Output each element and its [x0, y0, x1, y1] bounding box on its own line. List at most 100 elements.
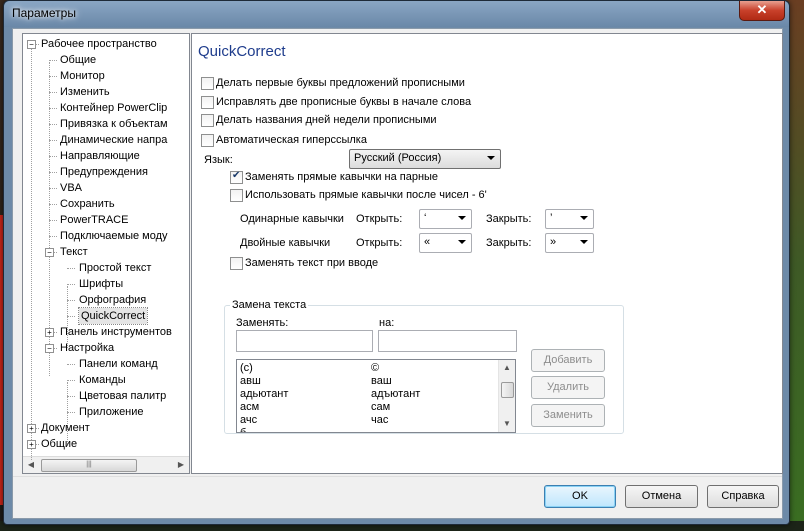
chevron-down-icon: [580, 216, 588, 220]
straight-after-numbers-label[interactable]: Использовать прямые кавычки после чисел …: [245, 189, 487, 201]
scroll-right-icon[interactable]: ▶: [173, 457, 189, 473]
tree-connector-line: [67, 412, 75, 413]
tree-item[interactable]: Шрифты: [79, 276, 123, 292]
list-item-with: ©: [371, 362, 380, 374]
delete-button[interactable]: Удалить: [531, 376, 605, 399]
tree-item[interactable]: Контейнер PowerClip: [60, 100, 167, 116]
tree-connector-line: [49, 140, 57, 141]
collapse-icon[interactable]: −: [45, 344, 54, 353]
list-item[interactable]: (c) ©: [237, 362, 499, 375]
replacement-list[interactable]: б ачс час асм сам адьютант адъютант авш ваш (c) © …: [236, 359, 516, 433]
capitalize-days-checkbox[interactable]: [201, 114, 214, 127]
replace-input[interactable]: [236, 330, 373, 352]
list-vertical-scrollbar[interactable]: ▲ ▼: [498, 360, 515, 432]
replace-button[interactable]: Заменить: [531, 404, 605, 427]
tree-item[interactable]: Подключаемые моду: [60, 228, 168, 244]
tree-item[interactable]: Рабочее пространство: [41, 36, 157, 52]
tree-item[interactable]: QuickCorrect: [77, 307, 149, 325]
tree-item[interactable]: Динамические напра: [60, 132, 167, 148]
replace-while-typing-label[interactable]: Заменять текст при вводе: [245, 257, 378, 269]
title-bar[interactable]: Параметры ✕: [4, 1, 789, 27]
replace-label: Заменять:: [236, 317, 289, 329]
double-close-value: »: [550, 236, 557, 248]
tree-item[interactable]: PowerTRACE: [60, 212, 128, 228]
list-item[interactable]: авш ваш: [237, 375, 499, 388]
list-item-with: адъютант: [371, 388, 421, 400]
close-button[interactable]: ✕: [739, 1, 785, 21]
tree-item[interactable]: Привязка к объектам: [60, 116, 168, 132]
collapse-icon[interactable]: −: [45, 248, 54, 257]
capitalize-sentences-checkbox[interactable]: [201, 77, 214, 90]
tree-item[interactable]: Настройка: [60, 340, 114, 356]
list-scroll-thumb[interactable]: [501, 382, 514, 398]
list-item[interactable]: ачс час: [237, 414, 499, 427]
tree-item[interactable]: Общие: [60, 52, 96, 68]
straight-after-numbers-checkbox[interactable]: [230, 189, 243, 202]
smart-quotes-checkbox[interactable]: [230, 170, 243, 184]
expand-icon[interactable]: +: [27, 440, 36, 449]
tree-item[interactable]: Простой текст: [79, 260, 151, 276]
tree-connector-line: [49, 156, 57, 157]
list-item-with: ваш: [371, 375, 392, 387]
tree-item[interactable]: VBA: [60, 180, 82, 196]
expand-icon[interactable]: +: [27, 424, 36, 433]
hyperlink-label[interactable]: Автоматическая гиперссылка: [216, 134, 367, 146]
double-open-select[interactable]: «: [419, 233, 472, 253]
with-label: на:: [379, 317, 395, 329]
hyperlink-checkbox[interactable]: [201, 134, 214, 147]
tree-connector-line: [49, 204, 57, 205]
tree-item[interactable]: Орфография: [79, 292, 146, 308]
single-open-select[interactable]: ‘: [419, 209, 472, 229]
list-item[interactable]: асм сам: [237, 401, 499, 414]
two-caps-label[interactable]: Исправлять две прописные буквы в начале …: [216, 96, 471, 108]
scroll-thumb[interactable]: |||: [41, 459, 137, 472]
language-label: Язык:: [204, 154, 233, 166]
double-open-label: Открыть:: [356, 237, 403, 249]
tree-item[interactable]: Монитор: [60, 68, 105, 84]
help-button[interactable]: Справка: [707, 485, 779, 508]
cancel-button[interactable]: Отмена: [625, 485, 698, 508]
single-close-label: Закрыть:: [486, 213, 532, 225]
scroll-down-icon[interactable]: ▼: [499, 416, 515, 432]
tree-connector-line: [67, 268, 75, 269]
tree-item[interactable]: Направляющие: [60, 148, 140, 164]
single-close-select[interactable]: ’: [545, 209, 594, 229]
tree-item[interactable]: Цветовая палитр: [79, 388, 166, 404]
options-dialog: Параметры ✕ ◀ ||| ▶ − Рабочее пространств…: [3, 0, 790, 525]
tree-item[interactable]: Предупреждения: [60, 164, 148, 180]
single-quotes-label: Одинарные кавычки: [240, 213, 344, 225]
tree-item[interactable]: Панель инструментов: [60, 324, 172, 340]
capitalize-days-label[interactable]: Делать названия дней недели прописными: [216, 114, 437, 126]
tree-connector-line: [49, 92, 57, 93]
tree-item[interactable]: Текст: [60, 244, 88, 260]
list-item[interactable]: адьютант адъютант: [237, 388, 499, 401]
capitalize-sentences-label[interactable]: Делать первые буквы предложений прописны…: [216, 77, 465, 89]
close-icon: ✕: [756, 2, 768, 17]
with-input[interactable]: [378, 330, 517, 352]
double-close-select[interactable]: »: [545, 233, 594, 253]
scroll-up-icon[interactable]: ▲: [499, 360, 515, 376]
list-item-replace: асм: [240, 401, 260, 413]
two-caps-checkbox[interactable]: [201, 96, 214, 109]
tree-connector-line: [49, 60, 57, 61]
tree-item[interactable]: Сохранить: [60, 196, 115, 212]
tree-item[interactable]: Общие: [41, 436, 77, 452]
tree-item[interactable]: Документ: [41, 420, 90, 436]
ok-button[interactable]: OK: [544, 485, 616, 508]
language-select[interactable]: Русский (Россия): [349, 149, 501, 169]
collapse-icon[interactable]: −: [27, 40, 36, 49]
tree-item[interactable]: Приложение: [79, 404, 144, 420]
single-open-value: ‘: [424, 212, 427, 224]
add-button[interactable]: Добавить: [531, 349, 605, 372]
expand-icon[interactable]: +: [45, 328, 54, 337]
tree-item[interactable]: Команды: [79, 372, 126, 388]
tree-connector-line: [67, 300, 75, 301]
replace-while-typing-checkbox[interactable]: [230, 257, 243, 270]
tree-item[interactable]: Изменить: [60, 84, 110, 100]
tree-connector-line: [49, 188, 57, 189]
list-item[interactable]: б: [237, 427, 499, 432]
settings-tree[interactable]: ◀ ||| ▶ − Рабочее пространство Общие Монито…: [22, 33, 190, 474]
tree-item[interactable]: Панели команд: [79, 356, 158, 372]
tree-horizontal-scrollbar[interactable]: ◀ ||| ▶: [23, 456, 189, 473]
smart-quotes-label[interactable]: Заменять прямые кавычки на парные: [245, 171, 438, 183]
